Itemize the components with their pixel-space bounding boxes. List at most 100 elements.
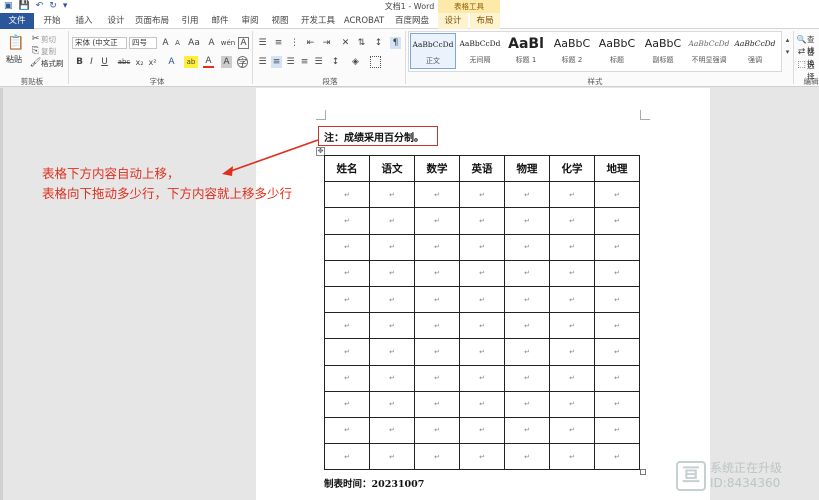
table-cell[interactable]: ↵ <box>549 338 595 366</box>
table-cell[interactable]: ↵ <box>549 259 595 287</box>
table-cell[interactable]: ↵ <box>324 181 370 209</box>
table-cell[interactable]: ↵ <box>459 416 505 445</box>
table-cell[interactable]: ↵ <box>324 233 370 261</box>
table-cell[interactable]: ↵ <box>369 390 415 418</box>
table-cell[interactable]: ↵ <box>504 181 550 209</box>
table-cell[interactable]: ↵ <box>504 233 550 261</box>
table-cell[interactable]: ↵ <box>369 233 415 261</box>
table-cell[interactable]: ↵ <box>459 207 505 235</box>
table-header-cell[interactable]: 语文 <box>369 154 415 183</box>
table-cell[interactable]: ↵ <box>414 233 460 261</box>
table-cell[interactable]: ↵ <box>594 181 640 209</box>
table-cell[interactable]: ↵ <box>549 390 595 418</box>
table-cell[interactable]: ↵ <box>369 259 415 287</box>
table-cell[interactable]: ↵ <box>594 285 640 314</box>
annotation-text: 表格下方内容自动上移， 表格向下拖动多少行，下方内容就上移多少行 <box>42 164 292 204</box>
table-cell[interactable]: ↵ <box>414 259 460 287</box>
table-cell[interactable]: ↵ <box>549 416 595 445</box>
table-header-cell[interactable]: 数学 <box>414 154 460 183</box>
table-cell[interactable]: ↵ <box>369 312 415 340</box>
table-cell[interactable]: ↵ <box>594 364 640 392</box>
table-cell[interactable]: ↵ <box>459 285 505 314</box>
table-row: ↵ ↵ ↵ ↵ ↵ ↵ ↵ <box>324 233 640 261</box>
footer-paragraph[interactable]: 制表时间：20231007 <box>324 476 424 490</box>
table-cell[interactable]: ↵ <box>369 443 415 471</box>
table-cell[interactable]: ↵ <box>324 207 370 235</box>
table-cell[interactable]: ↵ <box>369 181 415 209</box>
table-row: ↵ ↵ ↵ ↵ ↵ ↵ ↵ <box>324 312 640 340</box>
table-cell[interactable]: ↵ <box>324 390 370 418</box>
table-resize-handle[interactable] <box>640 469 646 475</box>
table-cell[interactable]: ↵ <box>594 233 640 261</box>
table-cell[interactable]: ↵ <box>504 259 550 287</box>
table-cell[interactable]: ↵ <box>414 338 460 366</box>
table-cell[interactable]: ↵ <box>459 338 505 366</box>
table-cell[interactable]: ↵ <box>594 443 640 471</box>
table-cell[interactable]: ↵ <box>414 312 460 340</box>
table-cell[interactable]: ↵ <box>414 285 460 314</box>
table-cell[interactable]: ↵ <box>594 259 640 287</box>
watermark-line-2: ID:8434360 <box>710 476 781 490</box>
table-cell[interactable]: ↵ <box>459 390 505 418</box>
score-table[interactable]: 姓名 语文 数学 英语 物理 化学 地理 ↵ ↵ ↵ ↵ ↵ ↵ ↵ ↵ ↵ ↵ ↵ ↵ ↵ ↵ ↵ ↵ ↵ ↵ ↵ ↵ ↵ ↵ ↵ ↵ ↵ ↵… <box>324 154 640 471</box>
table-cell[interactable]: ↵ <box>324 416 370 445</box>
table-cell[interactable]: ↵ <box>504 285 550 314</box>
annotation-line-2: 表格向下拖动多少行，下方内容就上移多少行 <box>42 186 293 201</box>
table-cell[interactable]: ↵ <box>369 364 415 392</box>
watermark-text: 系统正在升级 ID:8434360 <box>710 461 782 491</box>
table-cell[interactable]: ↵ <box>549 207 595 235</box>
table-cell[interactable]: ↵ <box>549 285 595 314</box>
table-row: ↵ ↵ ↵ ↵ ↵ ↵ ↵ <box>324 364 640 392</box>
table-cell[interactable]: ↵ <box>504 443 550 471</box>
table-header-cell[interactable]: 物理 <box>504 154 550 183</box>
table-cell[interactable]: ↵ <box>459 364 505 392</box>
table-cell[interactable]: ↵ <box>324 312 370 340</box>
table-cell[interactable]: ↵ <box>504 207 550 235</box>
table-cell[interactable]: ↵ <box>414 443 460 471</box>
table-header-cell[interactable]: 化学 <box>549 154 595 183</box>
table-cell[interactable]: ↵ <box>459 181 505 209</box>
table-header-cell[interactable]: 英语 <box>459 154 505 183</box>
table-cell[interactable]: ↵ <box>549 312 595 340</box>
watermark-logo: 亘 <box>676 461 706 491</box>
table-cell[interactable]: ↵ <box>414 364 460 392</box>
table-cell[interactable]: ↵ <box>369 207 415 235</box>
table-cell[interactable]: ↵ <box>414 207 460 235</box>
table-cell[interactable]: ↵ <box>459 443 505 471</box>
table-row: ↵ ↵ ↵ ↵ ↵ ↵ ↵ <box>324 285 640 314</box>
table-cell[interactable]: ↵ <box>504 364 550 392</box>
table-cell[interactable]: ↵ <box>504 416 550 445</box>
table-cell[interactable]: ↵ <box>594 207 640 235</box>
table-cell[interactable]: ↵ <box>324 285 370 314</box>
table-cell[interactable]: ↵ <box>549 443 595 471</box>
table-cell[interactable]: ↵ <box>504 312 550 340</box>
table-cell[interactable]: ↵ <box>369 285 415 314</box>
table-cell[interactable]: ↵ <box>459 312 505 340</box>
table-cell[interactable]: ↵ <box>459 233 505 261</box>
table-cell[interactable]: ↵ <box>369 338 415 366</box>
table-cell[interactable]: ↵ <box>369 416 415 445</box>
table-cell[interactable]: ↵ <box>594 312 640 340</box>
table-cell[interactable]: ↵ <box>549 233 595 261</box>
table-cell[interactable]: ↵ <box>594 416 640 445</box>
table-cell[interactable]: ↵ <box>324 259 370 287</box>
table-cell[interactable]: ↵ <box>504 338 550 366</box>
table-cell[interactable]: ↵ <box>324 443 370 471</box>
table-header-cell[interactable]: 地理 <box>594 154 640 183</box>
table-cell[interactable]: ↵ <box>549 181 595 209</box>
watermark: 亘 系统正在升级 ID:8434360 <box>676 456 816 496</box>
table-cell[interactable]: ↵ <box>414 390 460 418</box>
table-cell[interactable]: ↵ <box>324 338 370 366</box>
table-cell[interactable]: ↵ <box>414 416 460 445</box>
table-row: ↵ ↵ ↵ ↵ ↵ ↵ ↵ <box>324 443 640 471</box>
table-cell[interactable]: ↵ <box>414 181 460 209</box>
table-cell[interactable]: ↵ <box>504 390 550 418</box>
table-header-cell[interactable]: 姓名 <box>324 154 370 183</box>
table-cell[interactable]: ↵ <box>594 390 640 418</box>
table-cell[interactable]: ↵ <box>549 364 595 392</box>
table-cell[interactable]: ↵ <box>324 364 370 392</box>
table-header-row: 姓名 语文 数学 英语 物理 化学 地理 <box>324 154 640 183</box>
table-row: ↵ ↵ ↵ ↵ ↵ ↵ ↵ <box>324 390 640 418</box>
table-cell[interactable]: ↵ <box>459 259 505 287</box>
table-cell[interactable]: ↵ <box>594 338 640 366</box>
